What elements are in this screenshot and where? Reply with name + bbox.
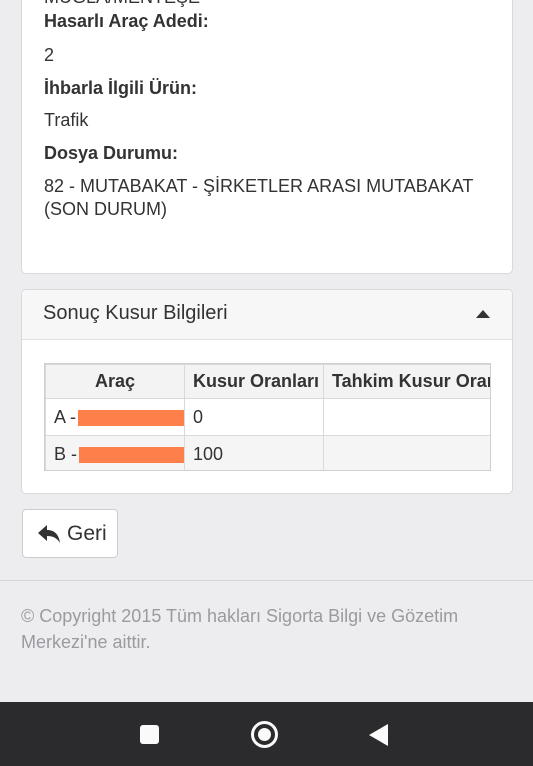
redacted-plate [78, 409, 184, 426]
column-header-vehicle: Araç [45, 364, 185, 399]
claim-info-card: MUĞLA/MENTEŞE Hasarlı Araç Adedi: 2 İhba… [21, 0, 513, 274]
android-nav-bar [0, 702, 533, 766]
column-header-arbitration-rate: Tahkim Kusur Oranı [323, 364, 490, 399]
back-button[interactable]: Geri [22, 509, 118, 558]
fault-table: Araç Kusur Oranları Tahkim Kusur Oranı A… [45, 364, 490, 470]
vehicle-prefix: A - [54, 406, 77, 427]
vehicle-cell: B - [45, 435, 185, 470]
clipped-location-value: MUĞLA/MENTEŞE [44, 0, 200, 8]
vehicle-cell: A - [45, 398, 185, 436]
copyright-text: © Copyright 2015 Tüm hakları Sigorta Bil… [21, 606, 459, 652]
related-product-value: Trafik [44, 110, 89, 130]
reply-arrow-icon [38, 524, 60, 543]
fault-rate-cell: 0 [184, 398, 324, 436]
column-header-fault-rate: Kusur Oranları [184, 364, 324, 399]
fault-rate-cell: 100 [184, 435, 324, 470]
back-button-label: Geri [67, 521, 107, 545]
vehicle-prefix: B - [54, 443, 78, 464]
table-row: A - 0 [45, 398, 490, 436]
table-row: B - 100 [45, 435, 490, 470]
recents-icon[interactable] [140, 725, 159, 744]
collapse-caret-icon[interactable] [476, 310, 490, 318]
related-product-label: İhbarla İlgili Ürün: [44, 78, 198, 98]
file-status-label: Dosya Durumu: [44, 143, 179, 163]
footer-divider [0, 580, 533, 581]
damaged-vehicle-count-value: 2 [44, 45, 55, 65]
arbitration-rate-cell [323, 398, 490, 436]
back-icon[interactable] [369, 724, 388, 746]
table-header-row: Araç Kusur Oranları Tahkim Kusur Oranı [45, 364, 490, 399]
home-icon[interactable] [251, 721, 278, 748]
file-status-value: 82 - MUTABAKAT - ŞİRKETLER ARASI MUTABAK… [44, 176, 474, 219]
result-panel-title: Sonuç Kusur Bilgileri [43, 302, 228, 324]
result-panel-header[interactable]: Sonuç Kusur Bilgileri [22, 290, 512, 340]
damaged-vehicle-count-label: Hasarlı Araç Adedi: [44, 11, 209, 31]
result-fault-panel: Sonuç Kusur Bilgileri Araç Kusur Oranlar… [21, 289, 513, 494]
redacted-plate [79, 446, 184, 463]
fault-table-scroll[interactable]: Araç Kusur Oranları Tahkim Kusur Oranı A… [44, 363, 491, 471]
arbitration-rate-cell [323, 435, 490, 470]
